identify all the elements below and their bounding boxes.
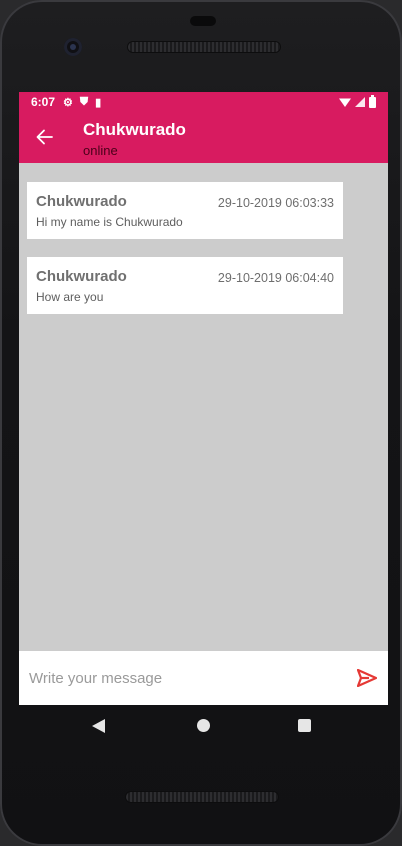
message-timestamp: 29-10-2019 06:04:40 — [217, 271, 334, 285]
gear-icon: ⚙ — [63, 96, 73, 109]
send-button[interactable] — [355, 666, 379, 690]
shield-icon: ⛊ — [79, 95, 89, 108]
message-sender: Chukwurado — [36, 193, 127, 210]
arrow-left-icon — [36, 129, 53, 145]
wifi-icon — [339, 98, 351, 107]
front-camera — [64, 38, 82, 56]
status-right-icons — [339, 94, 376, 108]
back-button[interactable] — [29, 122, 59, 152]
bottom-speaker-grille — [126, 792, 278, 802]
earpiece-notch — [190, 16, 216, 26]
send-icon — [357, 669, 377, 687]
contact-name: Chukwurado — [83, 120, 186, 139]
message-card[interactable]: Chukwurado 29-10-2019 06:03:33 Hi my nam… — [27, 182, 343, 239]
app-screen: 6:07 ⚙ ⛊ ▮ Chukwurado online Chukwurado … — [19, 92, 388, 705]
chat-toolbar: Chukwurado online — [19, 112, 388, 163]
sd-card-icon: ▮ — [95, 96, 102, 109]
status-time: 6:07 — [31, 95, 56, 109]
battery-icon — [369, 94, 376, 108]
recents-icon[interactable] — [298, 719, 311, 732]
message-timestamp: 29-10-2019 06:03:33 — [217, 196, 334, 210]
message-text: Hi my name is Chukwurado — [36, 215, 183, 229]
message-composer — [19, 651, 388, 705]
home-icon[interactable] — [197, 719, 210, 732]
contact-status: online — [83, 143, 118, 158]
message-sender: Chukwurado — [36, 268, 127, 285]
back-icon[interactable] — [92, 719, 105, 733]
message-text: How are you — [36, 290, 104, 304]
system-navigation-bar — [19, 705, 388, 749]
message-input[interactable] — [29, 661, 339, 695]
status-bar: 6:07 ⚙ ⛊ ▮ — [19, 92, 388, 112]
phone-device-frame: 6:07 ⚙ ⛊ ▮ Chukwurado online Chukwurado … — [0, 0, 402, 846]
message-card[interactable]: Chukwurado 29-10-2019 06:04:40 How are y… — [27, 257, 343, 314]
top-speaker-grille — [128, 42, 280, 52]
signal-icon — [355, 97, 365, 107]
